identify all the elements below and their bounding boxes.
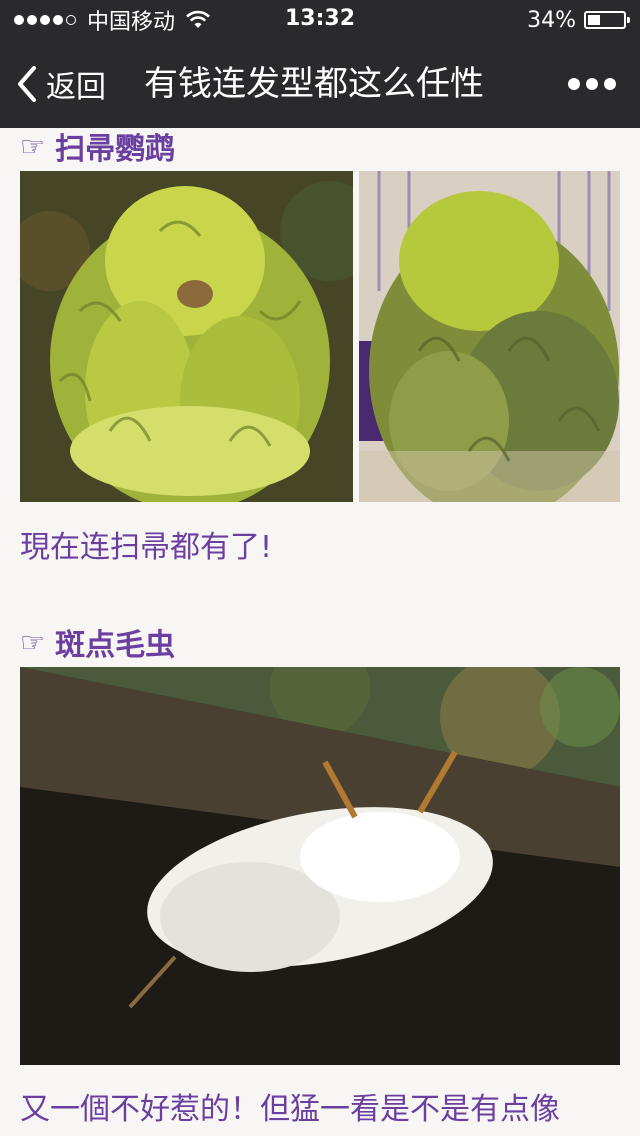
back-label: 返回: [46, 70, 106, 105]
more-dots-icon: [568, 78, 580, 90]
section-heading: ☞ 斑点毛虫: [20, 622, 176, 664]
chevron-left-icon: [18, 66, 36, 102]
broom-parrot-photo-front[interactable]: [20, 171, 353, 502]
broom-parrot-photo-side[interactable]: [359, 171, 620, 502]
caterpillar-photo[interactable]: [20, 667, 620, 1065]
battery-icon: [584, 11, 630, 29]
section-heading: ☞ 扫帚鹦鹉: [20, 128, 175, 168]
battery-level: [588, 15, 600, 25]
section-heading-text: 扫帚鹦鹉: [55, 132, 176, 167]
section-heading-text: 斑点毛虫: [55, 628, 176, 663]
back-button[interactable]: 返回: [16, 40, 106, 128]
more-button[interactable]: [568, 76, 616, 92]
status-bar: 中国移动 13:32 34%: [0, 0, 640, 40]
section-caption: 又一個不好惹的！但猛一看是不是有点像: [20, 1092, 560, 1127]
section-caption: 現在连扫帚都有了!: [20, 530, 273, 565]
battery-percent: 34%: [527, 7, 576, 33]
article-content[interactable]: ☞ 扫帚鹦鹉 現在连扫帚都有了! ☞ 斑点毛虫 又一個不好惹的！但猛一看是不是有…: [0, 128, 640, 1136]
pointing-hand-icon: ☞: [20, 129, 46, 163]
page-title: 有钱连发型都这么任性: [144, 64, 484, 104]
pointing-hand-icon: ☞: [20, 625, 46, 659]
status-right: 34%: [527, 6, 630, 34]
navigation-bar: 返回 有钱连发型都这么任性: [0, 40, 640, 128]
